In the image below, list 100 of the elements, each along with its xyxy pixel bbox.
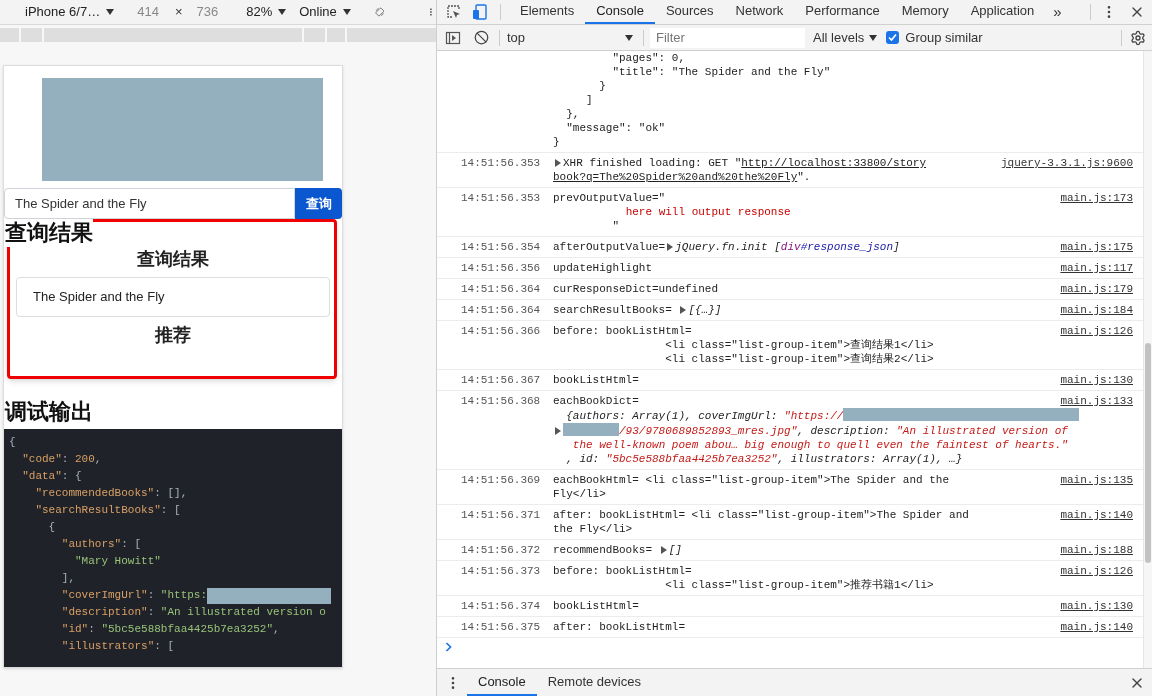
device-select[interactable]: iPhone 6/7… bbox=[25, 2, 115, 22]
expand-triangle-icon[interactable] bbox=[660, 546, 667, 554]
devtools-tab[interactable]: Application bbox=[959, 0, 1046, 24]
console-text: prevOutputValue=" bbox=[553, 192, 666, 204]
context-select[interactable]: top bbox=[507, 27, 637, 48]
results-heading: 查询结果 bbox=[5, 219, 93, 247]
console-text: "message": "ok" bbox=[565, 121, 666, 135]
console-text: the well-known poem abou… big enough to quell even the faintest of hearts." bbox=[571, 439, 1068, 451]
code-line: "illustrators": [ bbox=[60, 639, 175, 654]
settings-icon[interactable] bbox=[1130, 29, 1146, 46]
scrollbar[interactable] bbox=[1143, 51, 1152, 668]
source-link[interactable]: main.js:188 bbox=[1060, 543, 1133, 557]
source-link[interactable]: main.js:126 bbox=[1060, 564, 1133, 578]
more-tabs-button[interactable]: » bbox=[1045, 0, 1070, 24]
console-text: } bbox=[553, 135, 560, 149]
console-text: bookListHtml= bbox=[553, 600, 639, 612]
url-link[interactable]: book?q=The%20Spider%20and%20the%20Fly bbox=[553, 171, 798, 183]
timestamp: 14:51:56.353 bbox=[461, 156, 542, 170]
code-line: { bbox=[9, 435, 16, 450]
source-link[interactable]: main.js:130 bbox=[1060, 373, 1133, 387]
drawer-tab[interactable]: Console bbox=[467, 669, 537, 696]
expand-triangle-icon[interactable] bbox=[680, 306, 687, 314]
console-text: {authors: Array(1), coverImgUrl: "https:// bbox=[565, 410, 844, 422]
timestamp: 14:51:56.364 bbox=[461, 303, 542, 317]
group-similar-checkbox[interactable] bbox=[886, 31, 900, 44]
source-link[interactable]: main.js:173 bbox=[1060, 191, 1133, 205]
filter-field[interactable]: Filter bbox=[650, 27, 805, 48]
console-text: updateHighlight bbox=[553, 262, 653, 274]
source-link[interactable]: jquery-3.3.1.js:9600 bbox=[1000, 156, 1133, 170]
code-line: "authors": [ bbox=[60, 537, 142, 552]
timestamp: 14:51:56.364 bbox=[461, 282, 542, 296]
caret-icon bbox=[342, 9, 351, 15]
result-item[interactable]: The Spider and the Fly bbox=[16, 277, 330, 317]
timestamp: 14:51:56.374 bbox=[461, 599, 542, 613]
timestamp: 14:51:56.353 bbox=[461, 191, 542, 205]
code-line: "coverImgUrl": "https: bbox=[60, 588, 208, 603]
device-toggle-icon[interactable] bbox=[472, 4, 488, 20]
clear-console-icon[interactable] bbox=[474, 30, 489, 45]
source-link[interactable]: main.js:130 bbox=[1060, 599, 1133, 613]
timestamp: 14:51:56.371 bbox=[461, 508, 542, 522]
console-text: Fly</li> bbox=[553, 488, 606, 500]
code-line: "code": 200, bbox=[21, 452, 102, 467]
devtools-tab[interactable]: Network bbox=[724, 0, 795, 24]
url-link[interactable]: http://localhost:33800/story bbox=[741, 157, 927, 169]
drawer-tab[interactable]: Remote devices bbox=[536, 669, 652, 696]
console-text: after: bookListHtml= <li class="list-group-item">The Spider and bbox=[553, 509, 969, 521]
console-text: /93/9780689852893_mres.jpg", description: "An illustrated version of bbox=[619, 425, 1068, 437]
group-similar-label: Group similar bbox=[905, 28, 983, 47]
source-link[interactable]: main.js:184 bbox=[1060, 303, 1133, 317]
console-text: XHR finished loading: GET " bbox=[563, 157, 742, 169]
console-text: searchResultBooks= bbox=[553, 304, 673, 316]
console-text: " bbox=[611, 220, 620, 232]
search-button[interactable]: 查询 bbox=[295, 188, 342, 219]
console-text: curResponseDict=undefined bbox=[553, 283, 719, 295]
levels-select[interactable]: All levels bbox=[813, 27, 878, 48]
source-link[interactable]: main.js:179 bbox=[1060, 282, 1133, 296]
source-link[interactable]: main.js:135 bbox=[1060, 473, 1133, 487]
console-text: "pages": 0, bbox=[611, 51, 686, 65]
expand-triangle-icon[interactable] bbox=[555, 159, 561, 167]
inspect-icon[interactable] bbox=[446, 4, 462, 20]
zoom-select[interactable]: 82% bbox=[246, 2, 287, 22]
caret-icon bbox=[278, 9, 287, 15]
network-select[interactable]: Online bbox=[299, 2, 351, 22]
devtools-tab[interactable]: Sources bbox=[654, 0, 725, 24]
console-text: <li class="list-group-item">查询结果1</li> bbox=[664, 339, 934, 351]
console-text: <li class="list-group-item">推荐书籍1</li> bbox=[664, 579, 934, 591]
code-line: "recommendedBooks": [], bbox=[34, 486, 188, 501]
console-text: eachBookHtml= <li class="list-group-item">The Spider and the bbox=[553, 474, 950, 486]
timestamp: 14:51:56.368 bbox=[461, 394, 542, 408]
code-line: ], bbox=[60, 571, 75, 586]
console-text: after: bookListHtml= bbox=[553, 621, 686, 633]
console-text: ". bbox=[797, 171, 811, 183]
timestamp: 14:51:56.354 bbox=[461, 240, 542, 254]
source-link[interactable]: main.js:133 bbox=[1060, 394, 1133, 408]
expand-triangle-icon[interactable] bbox=[555, 427, 561, 435]
devtools-tab[interactable]: Memory bbox=[890, 0, 960, 24]
timestamp: 14:51:56.369 bbox=[461, 473, 542, 487]
source-link[interactable]: main.js:126 bbox=[1060, 324, 1133, 338]
console-text: the Fly</li> bbox=[553, 523, 633, 535]
redaction-block bbox=[563, 423, 619, 436]
devtools-tab[interactable]: Performance bbox=[794, 0, 891, 24]
console-text: bookListHtml= bbox=[553, 374, 639, 386]
expand-triangle-icon[interactable] bbox=[667, 243, 674, 251]
console-text: jQuery.fn.init [div#response_json] bbox=[675, 241, 900, 253]
sidebar-toggle-icon[interactable] bbox=[445, 29, 461, 46]
prompt-icon[interactable] bbox=[445, 641, 453, 652]
console-text: }, bbox=[565, 107, 580, 121]
source-link[interactable]: main.js:140 bbox=[1060, 620, 1133, 634]
source-link[interactable]: main.js:140 bbox=[1060, 508, 1133, 522]
devtools-tab[interactable]: Elements bbox=[509, 0, 586, 24]
console-text: here will output response bbox=[624, 206, 791, 218]
source-link[interactable]: main.js:117 bbox=[1060, 261, 1133, 275]
console-text: before: bookListHtml= bbox=[553, 325, 692, 337]
code-line: "description": "An illustrated version o bbox=[60, 605, 326, 620]
timestamp: 14:51:56.375 bbox=[461, 620, 542, 634]
source-link[interactable]: main.js:175 bbox=[1060, 240, 1133, 254]
dimension-separator: × bbox=[174, 3, 183, 22]
search-field[interactable]: The Spider and the Fly bbox=[4, 188, 295, 219]
console-text: eachBookDict= bbox=[553, 395, 639, 407]
console-text: , id: "5bc5e588bfaa4425b7ea3252", illustrators: Array(1), …} bbox=[565, 453, 963, 465]
